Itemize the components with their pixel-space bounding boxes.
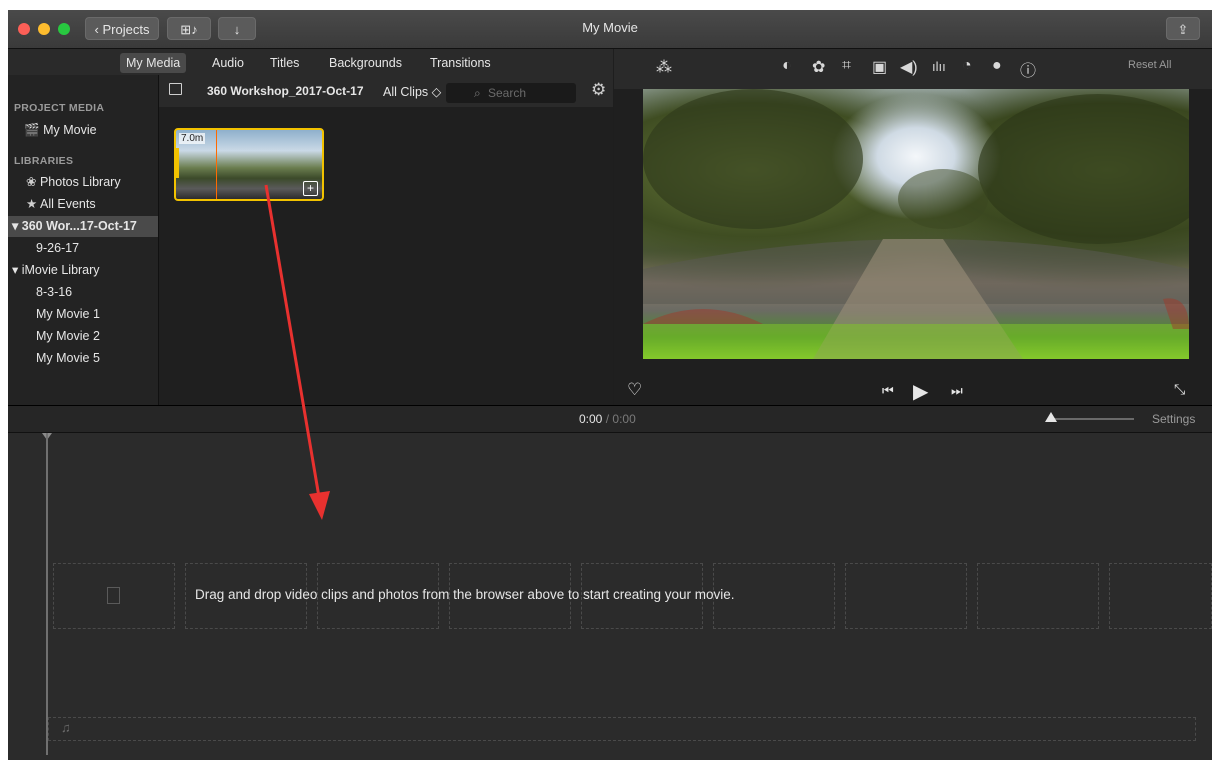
sidebar-item-label: My Movie 2	[36, 329, 100, 343]
timeline-header: 0:00 / 0:00 Settings	[8, 406, 1212, 433]
sidebar-item-label: ▾ iMovie Library	[12, 263, 100, 277]
equalizer-icon[interactable]: ılıı	[932, 59, 946, 74]
tab-titles[interactable]: Titles	[264, 53, 305, 73]
tab-transitions[interactable]: Transitions	[424, 53, 497, 73]
zoom-slider[interactable]	[1052, 418, 1134, 420]
placeholder-slot	[977, 563, 1099, 629]
share-icon: ⇪	[1177, 22, 1189, 37]
speed-icon[interactable]: ◔	[962, 57, 972, 75]
preview-scene-art	[643, 89, 1189, 359]
music-note-icon: ♫	[61, 720, 71, 735]
zoom-slider-knob[interactable]	[1045, 412, 1057, 422]
time-total: 0:00	[612, 412, 636, 426]
sidebar-item-label: My Movie 5	[36, 351, 100, 365]
add-clip-icon[interactable]: +	[303, 181, 318, 196]
time-separator: /	[605, 412, 610, 426]
placeholder-slot	[845, 563, 967, 629]
sidebar-item-my-movie-5[interactable]: My Movie 5	[8, 348, 158, 369]
libraries-header: LIBRARIES	[14, 155, 74, 167]
sidebar-item-my-movie-2[interactable]: My Movie 2	[8, 326, 158, 347]
film-strip-icon	[107, 587, 120, 604]
sidebar-item-360-workshop[interactable]: ▾ 360 Wor...17-Oct-17	[8, 216, 158, 237]
sidebar-item-label: ▾ 360 Wor...17-Oct-17	[12, 219, 137, 233]
volume-icon[interactable]: ◀)	[900, 57, 918, 77]
filter-icon[interactable]: ●	[992, 57, 1002, 75]
magic-wand-icon[interactable]: ⁂	[656, 57, 672, 77]
clip-duration: 7.0m	[179, 133, 206, 144]
time-current: 0:00	[579, 412, 603, 426]
background-music-lane[interactable]: ♫	[48, 717, 1196, 741]
clip-filter-select[interactable]: All Clips ◇	[383, 84, 441, 99]
sidebar-item-label: My Movie	[43, 123, 97, 137]
crop-icon[interactable]: ⌗	[842, 57, 851, 75]
color-balance-icon[interactable]: ◐	[782, 57, 792, 75]
previous-icon[interactable]: ⏮	[882, 383, 894, 399]
sidebar-item-label: Photos Library	[39, 175, 121, 189]
sidebar-item-my-movie-1[interactable]: My Movie 1	[8, 304, 158, 325]
library-sidebar: PROJECT MEDIA 🎬 My Movie LIBRARIES ❀ Pho…	[8, 75, 159, 405]
reset-all-button[interactable]: Reset All	[1128, 59, 1171, 71]
sidebar-item-8-3-16[interactable]: 8-3-16	[8, 282, 158, 303]
fullscreen-icon[interactable]: ⤡	[1174, 381, 1185, 398]
playhead[interactable]	[46, 433, 48, 755]
search-icon: ⌕	[474, 86, 481, 100]
next-icon[interactable]: ⏭	[951, 383, 963, 399]
search-placeholder: Search	[488, 86, 527, 100]
clip-start-handle[interactable]	[176, 148, 179, 178]
sidebar-item-label: 8-3-16	[36, 285, 73, 299]
tab-audio[interactable]: Audio	[206, 53, 250, 73]
sidebar-item-label: My Movie 1	[36, 307, 100, 321]
star-icon: ★	[26, 197, 38, 211]
project-media-header: PROJECT MEDIA	[14, 102, 105, 114]
sidebar-item-label: All Events	[40, 197, 96, 211]
browser-header: 360 Workshop_2017-Oct-17 All Clips ◇ ⌕ S…	[159, 75, 613, 107]
event-title: 360 Workshop_2017-Oct-17	[207, 84, 364, 98]
sidebar-item-imovie-library[interactable]: ▾ iMovie Library	[8, 260, 158, 281]
sidebar-toggle-icon[interactable]	[169, 83, 182, 95]
photos-icon: ❀	[26, 175, 37, 189]
clip-thumbnail[interactable]: 7.0m +	[174, 128, 324, 201]
skimmer-line	[216, 130, 217, 199]
time-readout: 0:00 / 0:00	[579, 412, 636, 426]
viewer: ♡ ⏮ ▶ ⏭ ⤡	[614, 89, 1212, 405]
play-icon[interactable]: ▶	[913, 379, 928, 404]
clapper-icon: 🎬	[24, 123, 40, 137]
color-palette-icon[interactable]: ✿	[812, 57, 825, 77]
placeholder-slot	[1109, 563, 1212, 629]
sidebar-item-photos-library[interactable]: ❀ Photos Library	[8, 172, 158, 193]
title-bar: ‹ Projects ⊞♪ ↓ My Movie ⇪	[8, 10, 1212, 49]
imovie-window: ‹ Projects ⊞♪ ↓ My Movie ⇪ My Media Audi…	[8, 10, 1212, 760]
video-preview	[643, 89, 1189, 359]
stabilization-icon[interactable]: ▣	[872, 57, 887, 77]
info-icon[interactable]: ⓘ	[1020, 57, 1036, 81]
share-button[interactable]: ⇪	[1166, 17, 1200, 40]
favorite-heart-icon[interactable]: ♡	[627, 380, 642, 400]
sidebar-item-label: 9-26-17	[36, 241, 80, 255]
gear-icon[interactable]: ⚙	[591, 80, 606, 100]
adjustment-toolbar: ⁂ ◐ ✿ ⌗ ▣ ◀) ılıı ◔ ● ⓘ Reset All	[614, 49, 1212, 89]
sidebar-item-my-movie[interactable]: 🎬 My Movie	[8, 120, 158, 141]
placeholder-slot	[53, 563, 175, 629]
window-title: My Movie	[582, 20, 638, 35]
timeline[interactable]: Drag and drop video clips and photos fro…	[8, 433, 1212, 760]
drop-hint-message: Drag and drop video clips and photos fro…	[195, 587, 735, 602]
search-field[interactable]: ⌕ Search	[446, 83, 576, 103]
sidebar-item-all-events[interactable]: ★ All Events	[8, 194, 158, 215]
sidebar-item-9-26-17[interactable]: 9-26-17	[8, 238, 158, 259]
timeline-settings-button[interactable]: Settings	[1152, 412, 1195, 426]
media-tabs: My Media Audio Titles Backgrounds Transi…	[8, 49, 613, 75]
tab-my-media[interactable]: My Media	[120, 53, 187, 73]
tab-backgrounds[interactable]: Backgrounds	[323, 53, 408, 73]
